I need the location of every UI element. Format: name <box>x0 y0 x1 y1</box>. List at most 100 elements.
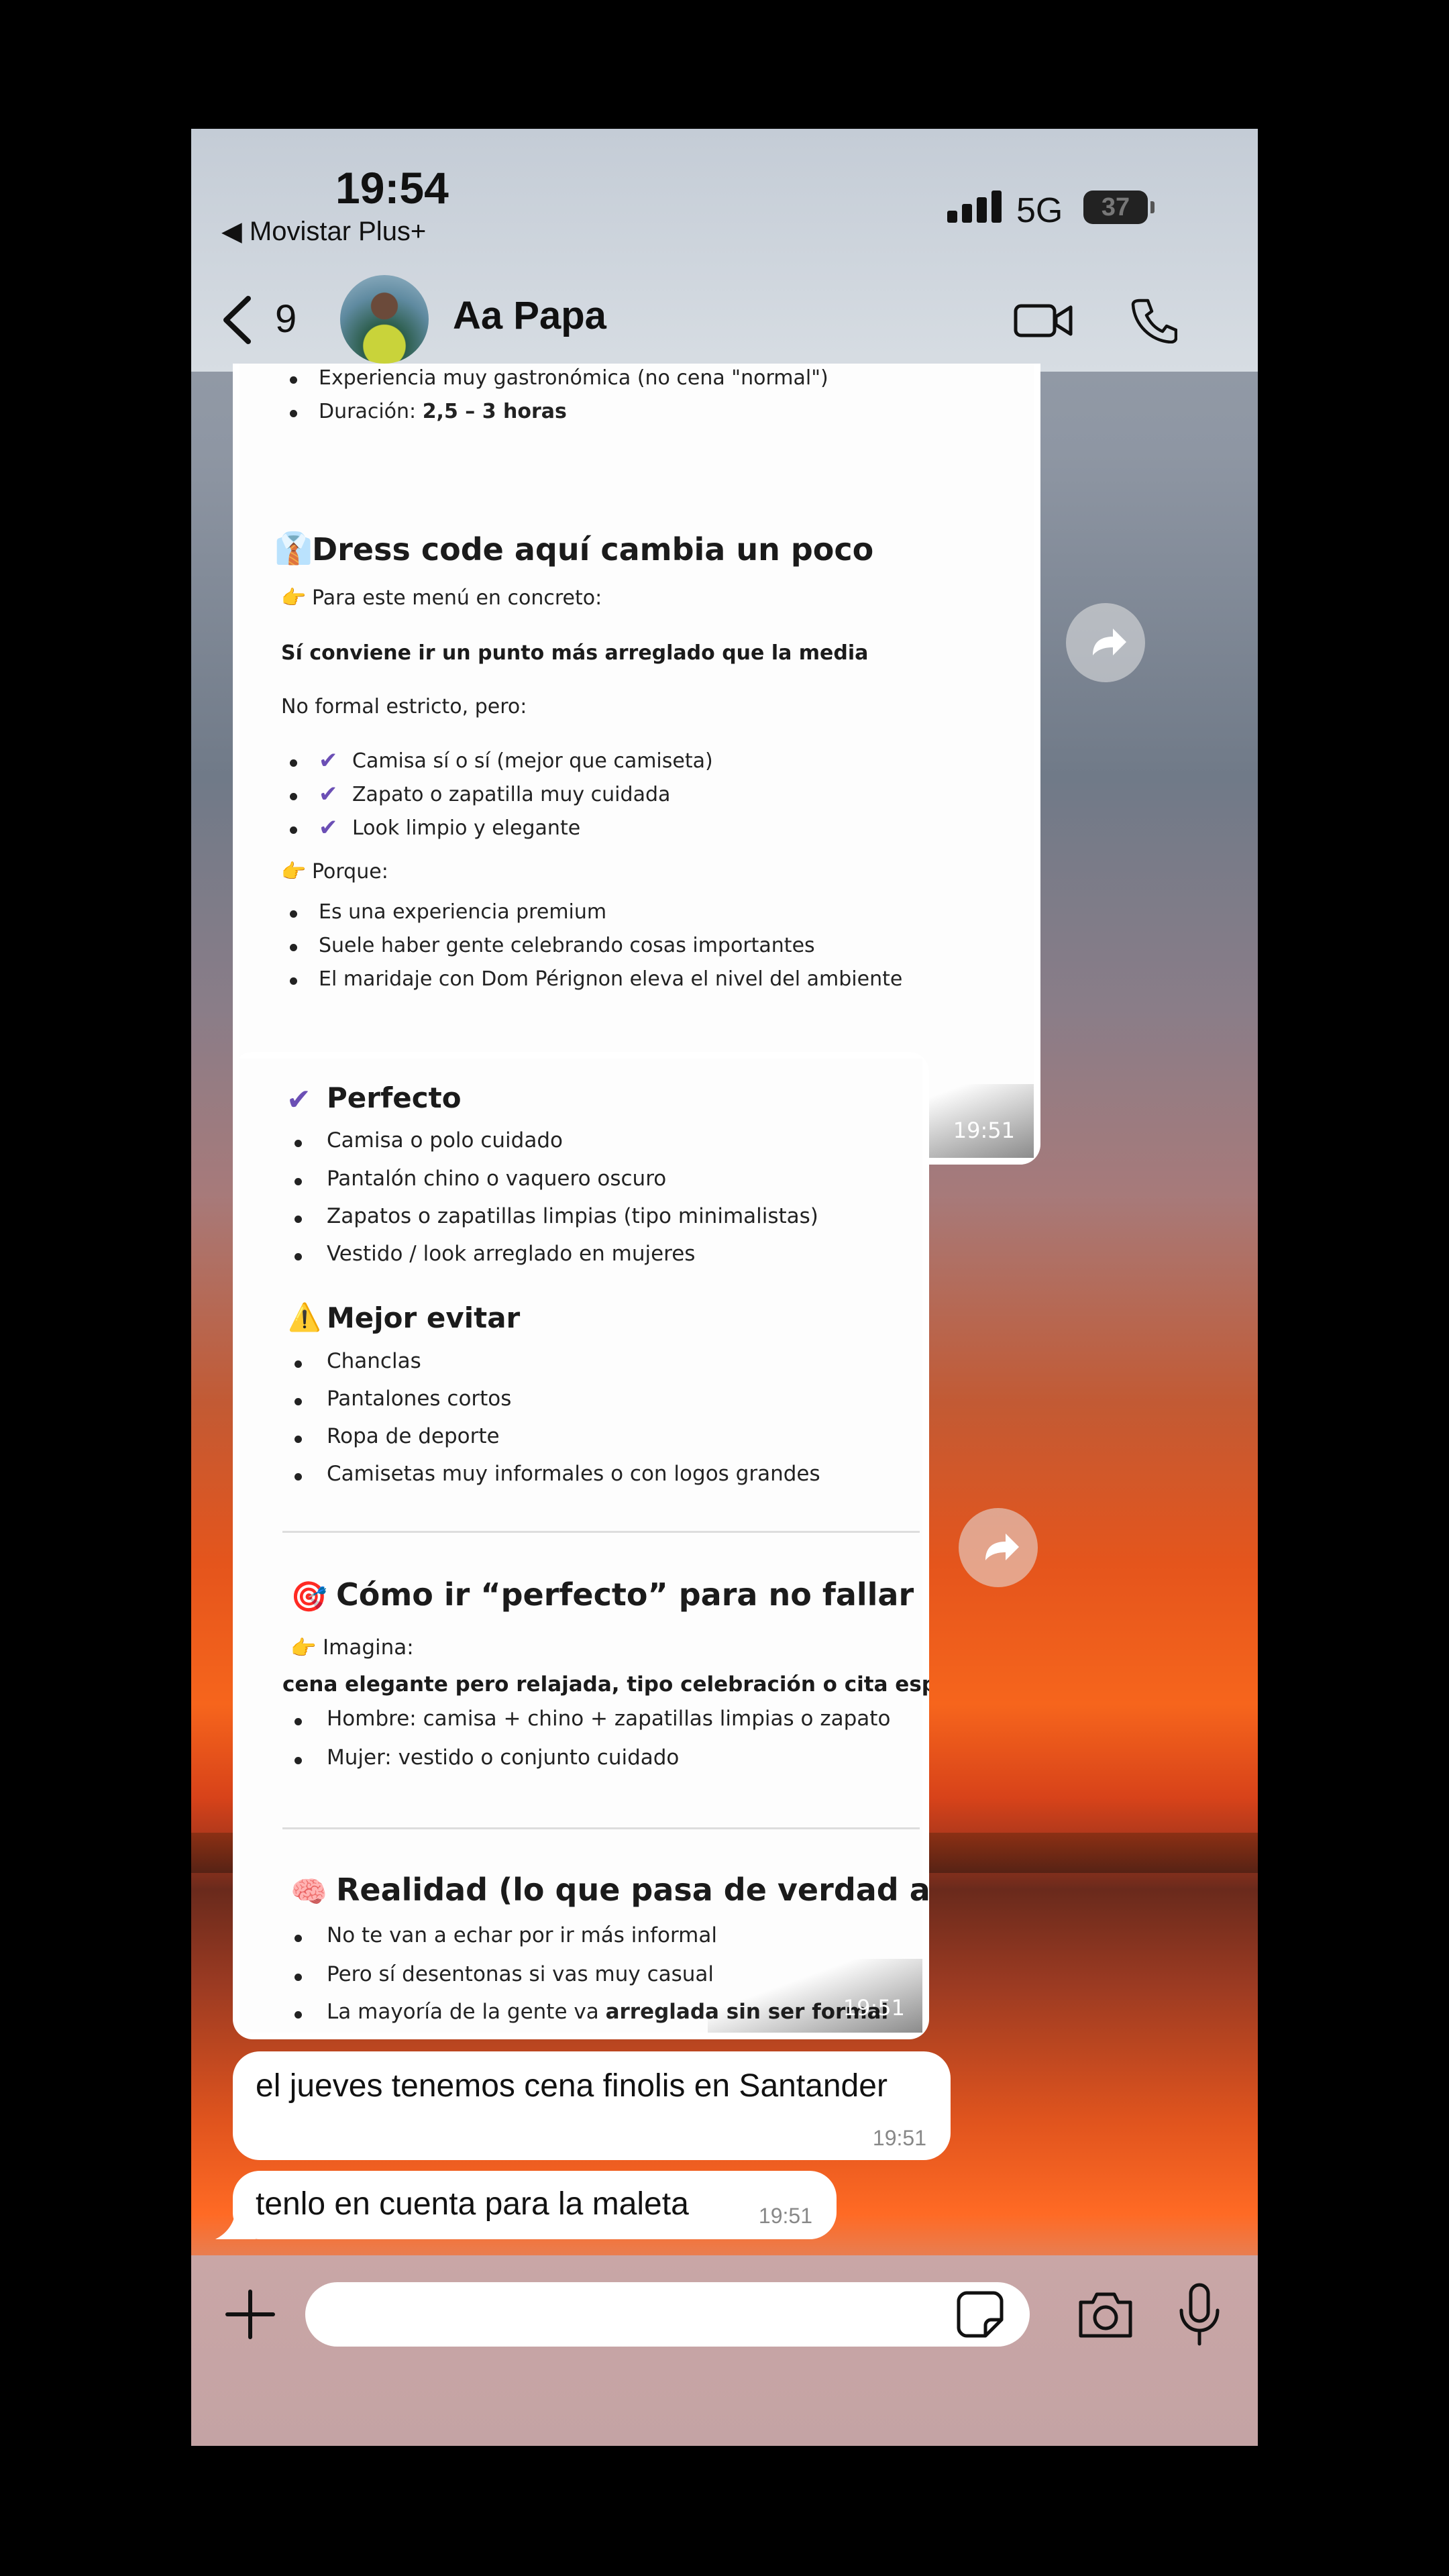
brain-icon: 🧠 <box>290 1875 327 1909</box>
bullet <box>290 910 297 918</box>
check-icon: ✔ <box>319 781 338 808</box>
contact-avatar[interactable] <box>340 275 429 364</box>
check-icon: ✔ <box>319 747 338 774</box>
image-message-2[interactable]: ✔ Perfecto Camisa o polo cuidado Pantaló… <box>233 1052 929 2039</box>
bullet <box>294 1253 302 1260</box>
sticker-icon[interactable] <box>956 2290 1004 2342</box>
bullet <box>294 1140 302 1147</box>
bullet <box>290 376 297 384</box>
contact-name[interactable]: Aa Papa <box>453 293 606 338</box>
dress-code-icon: 👔 <box>274 530 313 566</box>
message-time: 19:51 <box>843 1995 905 2021</box>
bullet <box>290 826 297 834</box>
text-message-2[interactable]: tenlo en cuenta para la maleta 19:51 <box>233 2171 837 2239</box>
camera-icon[interactable] <box>1075 2288 1136 2345</box>
status-time: 19:54 <box>335 163 449 213</box>
paragraph-bold: Sí conviene ir un punto más arreglado qu… <box>281 641 869 665</box>
section-title: Perfecto <box>327 1081 462 1114</box>
list-item: El maridaje con Dom Pérignon eleva el ni… <box>319 967 903 991</box>
list-item: Pantalón chino o vaquero oscuro <box>327 1167 667 1191</box>
paragraph: Porque: <box>312 860 388 883</box>
list-item: Pero sí desentonas si vas muy casual <box>327 1962 714 1986</box>
paragraph-bold: cena elegante pero relajada, tipo celebr… <box>282 1672 929 1697</box>
section-title: Realidad (lo que pasa de verdad allí) <box>336 1872 929 1908</box>
message-text: tenlo en cuenta para la maleta <box>256 2186 689 2222</box>
battery-icon: 37 <box>1083 191 1148 224</box>
divider <box>282 1531 920 1533</box>
list-item: Chanclas <box>327 1349 421 1373</box>
bullet <box>290 410 297 417</box>
bullet <box>290 977 297 985</box>
bullet <box>294 1473 302 1481</box>
message-time: 19:51 <box>758 2204 812 2228</box>
message-time: 19:51 <box>953 1118 1015 1143</box>
list-item: Experiencia muy gastronómica (no cena "n… <box>319 366 828 390</box>
list-item: Vestido / look arreglado en mujeres <box>327 1242 696 1266</box>
pointing-icon: 👉 <box>281 860 307 883</box>
text-message-1[interactable]: el jueves tenemos cena finolis en Santan… <box>233 2051 951 2160</box>
pointing-icon: 👉 <box>281 586 307 610</box>
list-item: Camisetas muy informales o con logos gra… <box>327 1462 820 1486</box>
section-title: Dress code aquí cambia un poco <box>312 531 874 568</box>
forward-button-2[interactable] <box>959 1508 1038 1587</box>
microphone-icon[interactable] <box>1176 2281 1223 2351</box>
warning-icon: ⚠️ <box>288 1302 321 1333</box>
section-title: Mejor evitar <box>327 1301 521 1334</box>
list-item: Look limpio y elegante <box>352 816 581 840</box>
bullet <box>290 944 297 951</box>
image-message-1[interactable]: Experiencia muy gastronómica (no cena "n… <box>233 364 1040 1165</box>
list-item: No te van a echar por ir más informal <box>327 1923 717 1947</box>
image-content-2: ✔ Perfecto Camisa o polo cuidado Pantaló… <box>239 1059 929 2033</box>
list-item: Ropa de deporte <box>327 1424 500 1448</box>
bullet <box>294 1436 302 1443</box>
bullet <box>294 2011 302 2019</box>
bullet <box>294 1178 302 1185</box>
list-item: Pantalones cortos <box>327 1387 512 1411</box>
list-item: Mujer: vestido o conjunto cuidado <box>327 1746 680 1770</box>
unread-count[interactable]: 9 <box>275 297 297 341</box>
list-item: Camisa o polo cuidado <box>327 1128 563 1152</box>
check-icon: ✔ <box>319 814 338 841</box>
list-item: Zapatos o zapatillas limpias (tipo minim… <box>327 1204 818 1228</box>
battery-tip <box>1150 201 1155 213</box>
phone-screen: 19:54 ◀ Movistar Plus+ 5G 37 9 Aa Papa E… <box>191 129 1258 2446</box>
bullet <box>294 1757 302 1764</box>
network-label: 5G <box>1016 191 1063 230</box>
plus-icon[interactable] <box>223 2288 277 2345</box>
list-item: Hombre: camisa + chino + zapatillas limp… <box>327 1707 891 1731</box>
bullet <box>294 1935 302 1942</box>
bullet <box>294 1398 302 1405</box>
chat-header: 19:54 ◀ Movistar Plus+ 5G 37 9 Aa Papa <box>191 129 1258 372</box>
divider <box>282 1827 920 1829</box>
bullet <box>294 1360 302 1368</box>
image-content-1: Experiencia muy gastronómica (no cena "n… <box>239 364 1034 1158</box>
bullet <box>294 1718 302 1725</box>
check-icon: ✔ <box>286 1083 311 1117</box>
list-item: Es una experiencia premium <box>319 900 607 924</box>
paragraph: Para este menú en concreto: <box>312 586 602 610</box>
list-item: Duración: 2,5 – 3 horas <box>319 400 567 423</box>
back-to-app-link[interactable]: ◀ Movistar Plus+ <box>221 216 426 247</box>
paragraph: Imagina: <box>323 1635 414 1660</box>
video-call-icon[interactable] <box>1013 297 1073 347</box>
paragraph: No formal estricto, pero: <box>281 695 527 718</box>
bullet <box>294 1974 302 1981</box>
back-chevron-icon[interactable] <box>218 293 258 356</box>
forward-button-1[interactable] <box>1066 603 1145 682</box>
message-input[interactable] <box>305 2282 1030 2347</box>
message-text: el jueves tenemos cena finolis en Santan… <box>256 2068 888 2104</box>
forward-icon <box>1093 629 1126 655</box>
list-item: Zapato o zapatilla muy cuidada <box>352 783 671 806</box>
list-item: Camisa sí o sí (mejor que camiseta) <box>352 749 713 773</box>
bullet <box>290 759 297 767</box>
message-time: 19:51 <box>872 2126 926 2150</box>
section-title: Cómo ir “perfecto” para no fallar <box>336 1576 914 1613</box>
target-icon: 🎯 <box>290 1580 327 1614</box>
list-item: Suele haber gente celebrando cosas impor… <box>319 934 815 957</box>
phone-call-icon[interactable] <box>1130 297 1178 347</box>
signal-icon <box>947 191 1002 223</box>
bullet <box>294 1216 302 1223</box>
forward-icon <box>985 1534 1019 1560</box>
pointing-icon: 👉 <box>290 1636 317 1660</box>
bullet <box>290 793 297 800</box>
